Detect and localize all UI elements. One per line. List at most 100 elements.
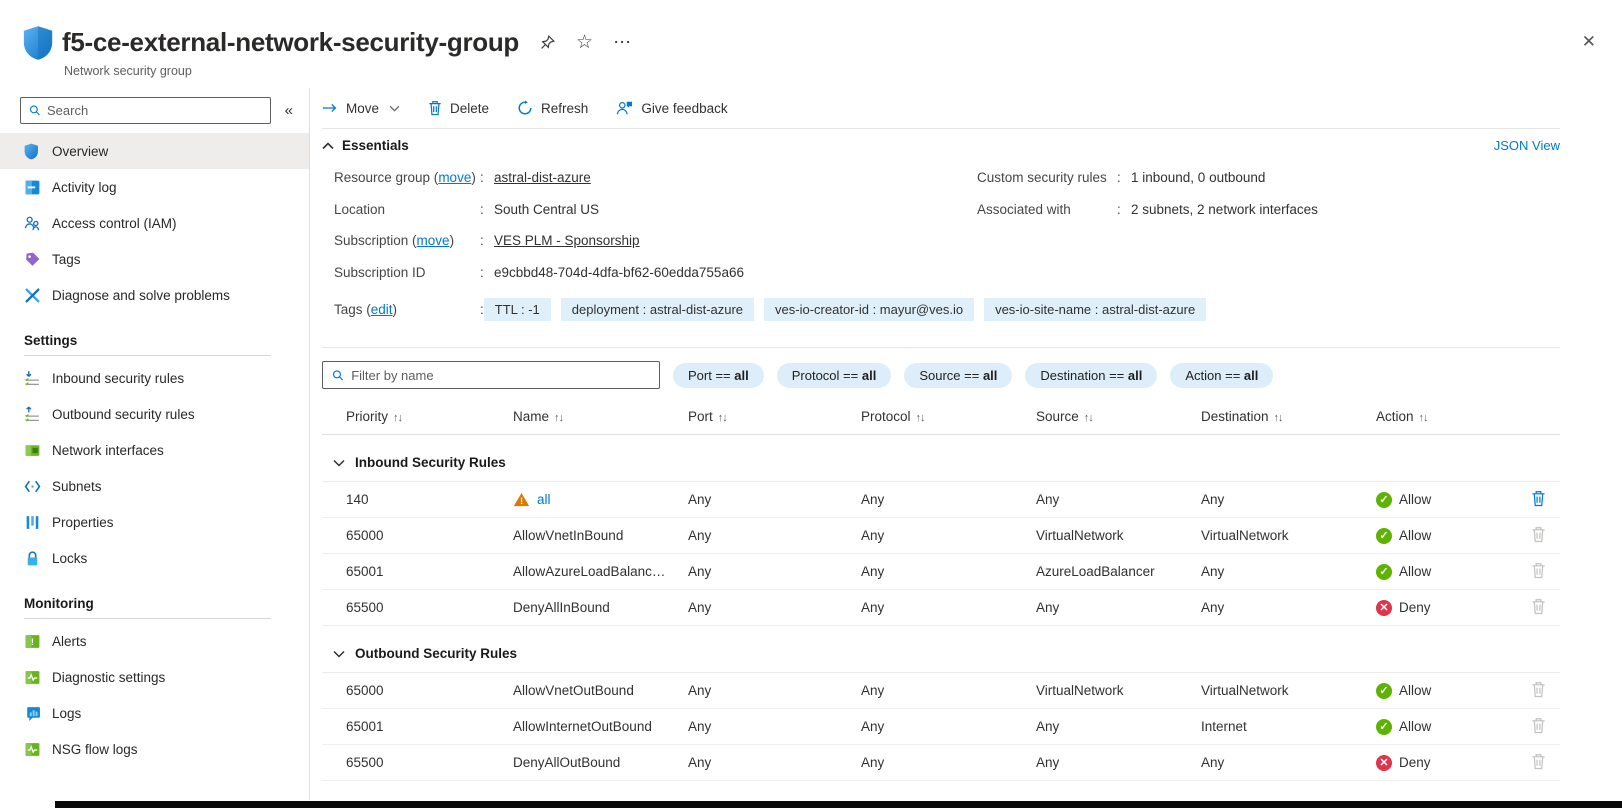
allow-icon: ✓ [1376,719,1392,735]
sidebar-item-alerts[interactable]: ! Alerts [0,623,309,659]
sidebar-item-inbound-rules[interactable]: Inbound security rules [0,360,309,396]
sidebar-item-overview[interactable]: Overview [0,133,309,169]
protocol-cell: Any [861,719,1036,734]
rule-row-65500-out[interactable]: 65500 DenyAllOutBound Any Any Any Any ✕D… [322,745,1560,781]
tag-pill[interactable]: ves-io-site-name : astral-dist-azure [984,298,1206,321]
edit-tags-link[interactable]: edit [371,302,393,317]
group-header-inbound[interactable]: Inbound Security Rules [322,444,1560,482]
delete-button[interactable]: Delete [428,100,489,116]
tag-pill[interactable]: deployment : astral-dist-azure [561,298,754,321]
properties-icon [24,514,41,531]
label-text: Associated with [977,202,1117,217]
filter-by-name-input[interactable] [351,368,650,383]
rule-name-link[interactable]: all [537,492,551,507]
sidebar-item-logs[interactable]: Logs [0,695,309,731]
allow-icon: ✓ [1376,683,1392,699]
tag-pill[interactable]: TTL : -1 [484,298,551,321]
sidebar-item-label: Diagnose and solve problems [52,288,230,303]
sort-icon: ↑↓ [1084,412,1093,424]
sidebar-item-subnets[interactable]: Subnets [0,468,309,504]
subscription-link[interactable]: VES PLM - Sponsorship [494,233,640,248]
essentials-row-associated-with: Associated with : 2 subnets, 2 network i… [977,194,1597,226]
protocol-cell: Any [861,755,1036,770]
associated-with-value: 2 subnets, 2 network interfaces [1131,202,1318,217]
priority-cell: 65500 [346,755,513,770]
tools-icon [24,287,41,304]
priority-cell: 140 [346,492,513,507]
section-title: Monitoring [0,590,309,618]
destination-cell: VirtualNetwork [1201,528,1376,543]
refresh-label: Refresh [541,101,588,116]
delete-rule-icon[interactable] [1531,490,1546,507]
refresh-button[interactable]: Refresh [517,100,588,116]
sidebar-search[interactable] [20,97,271,124]
sidebar-item-label: Subnets [52,479,102,494]
search-icon [332,369,344,382]
essentials-toggle[interactable]: Essentials [322,138,409,153]
priority-cell: 65001 [346,719,513,734]
pill-value: all [862,368,876,383]
rule-row-65000-in[interactable]: 65000 AllowVnetInBound Any Any VirtualNe… [322,518,1560,554]
column-header-destination[interactable]: Destination↑↓ [1201,409,1376,424]
json-view-link[interactable]: JSON View [1494,138,1560,153]
sidebar-search-input[interactable] [47,103,262,118]
people-icon [24,215,41,232]
give-feedback-button[interactable]: Give feedback [616,100,727,116]
column-header-name[interactable]: Name↑↓ [513,409,688,424]
sidebar-item-locks[interactable]: Locks [0,540,309,576]
pill-value: all [983,368,997,383]
command-bar: Move Delete Refresh Give feedback [322,88,1560,128]
resource-group-link[interactable]: astral-dist-azure [494,170,591,185]
delete-rule-icon [1531,526,1546,543]
column-header-protocol[interactable]: Protocol↑↓ [861,409,1036,424]
column-header-priority[interactable]: Priority↑↓ [346,409,513,424]
shield-icon [24,143,41,160]
group-header-outbound[interactable]: Outbound Security Rules [322,635,1560,673]
filter-by-name-box[interactable] [322,361,660,389]
column-header-action[interactable]: Action↑↓ [1376,409,1506,424]
sidebar-item-activity-log[interactable]: Activity log [0,169,309,205]
column-header-port[interactable]: Port↑↓ [688,409,861,424]
rule-row-140[interactable]: 140 ! all Any Any Any Any ✓Allow [322,482,1560,518]
essentials-row-location: Location : South Central US [334,194,969,226]
delete-rule-icon [1531,598,1546,615]
favorite-star-icon[interactable]: ☆ [576,31,593,54]
label-text: Resource group ( [334,170,438,185]
sidebar-item-label: Tags [52,252,81,267]
more-options-icon[interactable]: ⋯ [613,32,633,53]
destination-cell: Any [1201,492,1376,507]
rule-row-65001-in[interactable]: 65001 AllowAzureLoadBalanc… Any Any Azur… [322,554,1560,590]
rule-row-65000-out[interactable]: 65000 AllowVnetOutBound Any Any VirtualN… [322,673,1560,709]
close-icon[interactable]: ✕ [1582,32,1596,52]
protocol-cell: Any [861,683,1036,698]
alerts-icon: ! [24,633,41,650]
move-subscription-link[interactable]: move [417,233,450,248]
sidebar-item-tags[interactable]: Tags [0,241,309,277]
filter-pill-source[interactable]: Source == all [904,363,1012,388]
filter-pill-destination[interactable]: Destination == all [1025,363,1157,388]
move-resource-group-link[interactable]: move [438,170,471,185]
sidebar-item-label: Logs [52,706,81,721]
pin-icon[interactable] [539,34,556,51]
column-header-source[interactable]: Source↑↓ [1036,409,1201,424]
svg-text:!: ! [31,637,34,648]
sidebar-item-nsg-flow-logs[interactable]: NSG flow logs [0,731,309,767]
sidebar-item-access-control[interactable]: Access control (IAM) [0,205,309,241]
sidebar-item-outbound-rules[interactable]: Outbound security rules [0,396,309,432]
rule-row-65001-out[interactable]: 65001 AllowInternetOutBound Any Any Any … [322,709,1560,745]
sidebar-item-diagnose[interactable]: Diagnose and solve problems [0,277,309,313]
section-title: Settings [0,327,309,355]
filter-pill-port[interactable]: Port == all [673,363,764,388]
sidebar-item-network-interfaces[interactable]: Network interfaces [0,432,309,468]
window-bottom-edge [55,801,1622,808]
move-button[interactable]: Move [322,101,400,116]
filter-pill-action[interactable]: Action == all [1170,363,1273,388]
filter-pill-protocol[interactable]: Protocol == all [777,363,892,388]
rule-row-65500-in[interactable]: 65500 DenyAllInBound Any Any Any Any ✕De… [322,590,1560,626]
sidebar-item-diagnostic-settings[interactable]: Diagnostic settings [0,659,309,695]
sidebar-item-properties[interactable]: Properties [0,504,309,540]
pill-label: Port == [688,368,731,383]
label-text: ) [471,170,476,185]
tag-pill[interactable]: ves-io-creator-id : mayur@ves.io [764,298,974,321]
sidebar-collapse-button[interactable]: « [281,102,297,119]
